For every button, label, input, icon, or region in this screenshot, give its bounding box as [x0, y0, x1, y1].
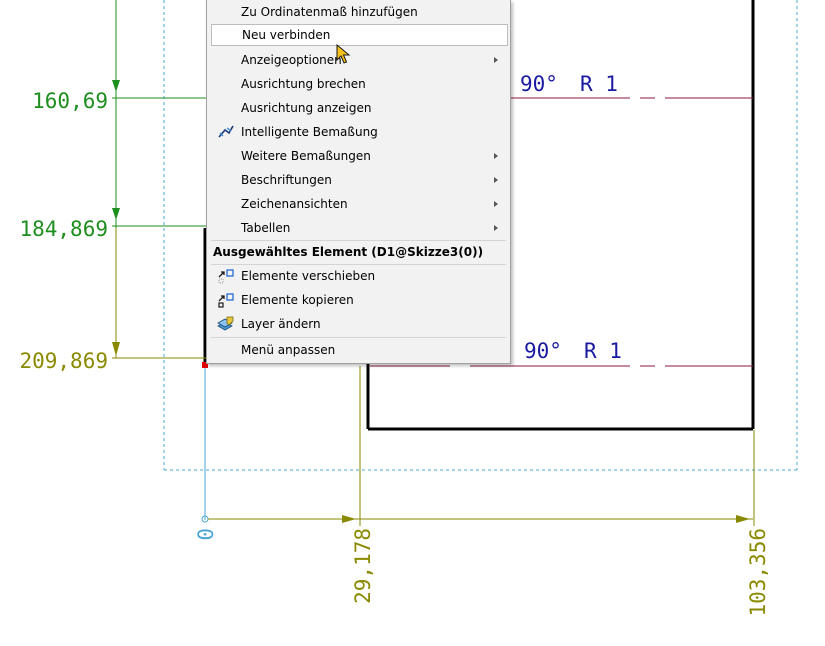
smart-dimension-icon	[217, 124, 235, 140]
menu-item-label: Intelligente Bemaßung	[241, 125, 378, 139]
dim-160-69[interactable]: 160,69	[32, 89, 108, 113]
menu-item-label: Zu Ordinatenmaß hinzufügen	[241, 5, 418, 19]
copy-entities-icon	[217, 292, 235, 308]
dim-29-178[interactable]: 29,178	[351, 528, 375, 604]
menu-item-reattach[interactable]: Neu verbinden	[211, 24, 508, 46]
menu-item-add-to-ordinate[interactable]: Zu Ordinatenmaß hinzufügen	[211, 1, 508, 23]
annotation-angle-1[interactable]: 90°	[520, 72, 558, 96]
mouse-cursor-icon	[336, 43, 352, 70]
menu-item-tables[interactable]: Tabellen	[211, 217, 508, 239]
menu-item-break-alignment[interactable]: Ausrichtung brechen	[211, 73, 508, 95]
menu-item-label: Layer ändern	[241, 317, 321, 331]
submenu-arrow-icon	[494, 225, 498, 231]
menu-item-show-alignment[interactable]: Ausrichtung anzeigen	[211, 97, 508, 119]
submenu-arrow-icon	[494, 57, 498, 63]
menu-item-label: Menü anpassen	[241, 343, 336, 357]
menu-item-label: Ausrichtung anzeigen	[241, 101, 372, 115]
submenu-arrow-icon	[494, 177, 498, 183]
submenu-arrow-icon	[494, 201, 498, 207]
submenu-arrow-icon	[494, 153, 498, 159]
menu-item-label: Anzeigeoptionen	[241, 53, 342, 67]
menu-section-header: Ausgewähltes Element (D1@Skizze3(0))	[213, 245, 484, 259]
menu-item-label: Neu verbinden	[242, 28, 331, 42]
dim-103-356[interactable]: 103,356	[746, 528, 770, 617]
menu-item-change-layer[interactable]: Layer ändern	[211, 313, 508, 335]
dim-209-869[interactable]: 209,869	[19, 349, 108, 373]
menu-item-label: Elemente kopieren	[241, 293, 354, 307]
menu-item-label: Ausrichtung brechen	[241, 77, 366, 91]
menu-item-display-options[interactable]: Anzeigeoptionen	[211, 49, 508, 71]
menu-item-customize-menu[interactable]: Menü anpassen	[211, 339, 508, 361]
menu-item-more-dimensions[interactable]: Weitere Bemaßungen	[211, 145, 508, 167]
menu-item-label: Elemente verschieben	[241, 269, 376, 283]
annotation-radius-1[interactable]: R 1	[580, 72, 618, 96]
horizontal-ordinate[interactable]	[201, 366, 755, 526]
menu-item-label: Zeichenansichten	[241, 197, 348, 211]
menu-item-label: Tabellen	[241, 221, 291, 235]
annotation-radius-2[interactable]: R 1	[584, 339, 622, 363]
move-entities-icon	[217, 268, 235, 284]
change-layer-icon	[217, 316, 235, 332]
context-menu: Zu Ordinatenmaß hinzufügen Neu verbinden…	[206, 0, 511, 364]
annotation-angle-2[interactable]: 90°	[524, 339, 562, 363]
menu-item-label: Weitere Bemaßungen	[241, 149, 371, 163]
menu-separator	[211, 337, 506, 338]
menu-item-annotations[interactable]: Beschriftungen	[211, 169, 508, 191]
menu-item-move-entities[interactable]: Elemente verschieben	[211, 265, 508, 287]
menu-item-copy-entities[interactable]: Elemente kopieren	[211, 289, 508, 311]
dim-0[interactable]: 0	[194, 528, 218, 541]
vertical-ordinate[interactable]	[112, 0, 206, 359]
menu-item-smart-dimension[interactable]: Intelligente Bemaßung	[211, 121, 508, 143]
menu-item-drawing-views[interactable]: Zeichenansichten	[211, 193, 508, 215]
menu-item-label: Beschriftungen	[241, 173, 332, 187]
dim-184-869[interactable]: 184,869	[19, 217, 108, 241]
